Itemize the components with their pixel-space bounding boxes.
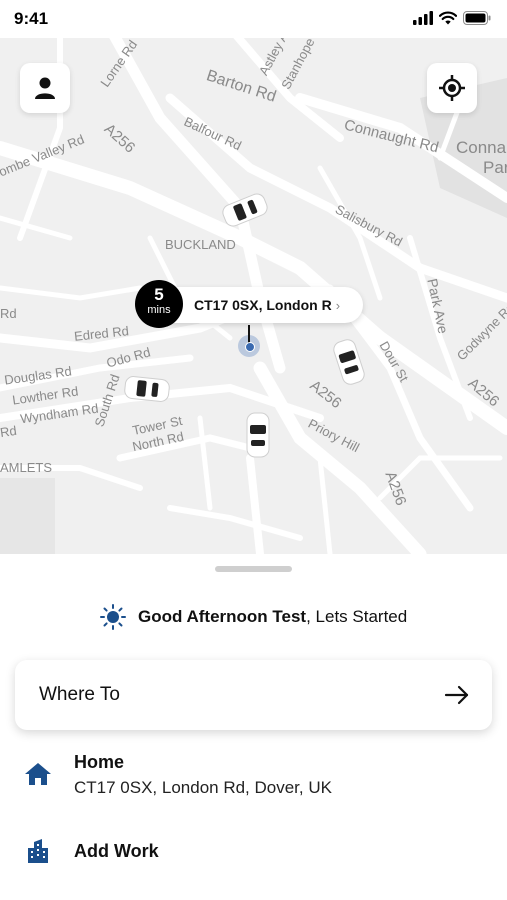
where-to-label: Where To: [39, 684, 120, 705]
bottom-sheet: Good Afternoon Test , Lets Started Where…: [0, 554, 507, 900]
saved-place-home[interactable]: Home CT17 0SX, London Rd, Dover, UK: [22, 751, 332, 800]
saved-place-title: Home: [74, 752, 125, 772]
eta-value: 5: [154, 285, 164, 304]
status-icons: [413, 11, 491, 25]
home-icon: [22, 761, 54, 787]
map-label-area: Conna: [456, 138, 507, 157]
pickup-address-chip[interactable]: CT17 0SX, London R ›: [170, 287, 363, 323]
saved-place-address: CT17 0SX, London Rd, Dover, UK: [74, 778, 332, 797]
pin-stem: [248, 325, 250, 343]
greeting-rest: , Lets Started: [306, 607, 408, 626]
map-label-area: Par: [483, 158, 507, 177]
building-icon: [22, 839, 54, 863]
greeting-name: Good Afternoon Test: [138, 607, 307, 626]
sun-icon: [100, 604, 126, 630]
add-work-label: Add Work: [74, 841, 159, 861]
map-label-street: Rd: [0, 306, 17, 321]
status-bar: 9:41: [0, 0, 507, 38]
eta-unit: mins: [147, 304, 171, 316]
map-label-street: Rd: [0, 422, 18, 441]
locate-me-button[interactable]: [427, 63, 477, 113]
sheet-drag-handle[interactable]: [215, 566, 292, 572]
chevron-right-icon: ›: [335, 297, 341, 313]
arrow-right-icon: [444, 685, 469, 705]
wifi-icon: [439, 11, 457, 25]
map-view[interactable]: Barton Rd Balfour Rd Connaught Rd Conna …: [0, 38, 507, 554]
status-time: 9:41: [14, 9, 49, 28]
map-label-area: AMLETS: [0, 460, 53, 475]
signal-icon: [413, 11, 433, 25]
pickup-address: CT17 0SX, London R: [194, 297, 332, 313]
greeting: Good Afternoon Test , Lets Started: [100, 604, 407, 630]
profile-button[interactable]: [20, 63, 70, 113]
crosshair-icon: [439, 75, 465, 101]
add-work-button[interactable]: Add Work: [22, 839, 159, 863]
where-to-button[interactable]: Where To: [15, 660, 492, 730]
person-icon: [35, 77, 55, 99]
location-pin-dot: [245, 342, 255, 352]
battery-icon: [463, 11, 491, 25]
car-icon: [246, 412, 270, 458]
eta-badge: 5 mins: [135, 280, 183, 328]
car-icon: [124, 376, 170, 402]
map-label-area: BUCKLAND: [165, 237, 236, 252]
